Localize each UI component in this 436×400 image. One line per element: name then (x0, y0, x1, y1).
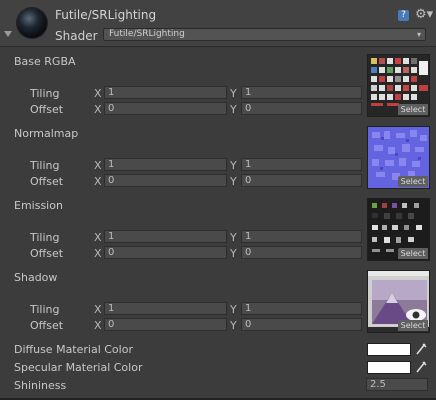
chevron-down-icon: ▾ (416, 30, 421, 39)
specular-color-field[interactable] (367, 361, 411, 374)
offset-x-field[interactable]: 0 (104, 174, 227, 187)
axis-y-label: Y (230, 159, 237, 172)
axis-x-label: X (94, 159, 102, 172)
axis-y-label: Y (230, 303, 237, 316)
tiling-y-field[interactable]: 1 (241, 86, 362, 99)
shader-dropdown[interactable]: Futile/SRLighting ▾ (103, 28, 426, 41)
axis-y-label: Y (230, 175, 237, 188)
shininess-label: Shininess (14, 379, 67, 392)
shader-label: Shader (55, 29, 98, 43)
tiling-y-field[interactable]: 1 (241, 158, 362, 171)
texture-thumbnail-emission[interactable]: Select (367, 198, 430, 261)
offset-y-field[interactable]: 0 (241, 102, 362, 115)
axis-x-label: X (94, 87, 102, 100)
eyedropper-icon[interactable] (415, 360, 427, 374)
tiling-label: Tiling (30, 87, 60, 100)
axis-y-label: Y (230, 319, 237, 332)
specular-color-label: Specular Material Color (14, 361, 143, 374)
select-texture-button[interactable]: Select (398, 176, 428, 187)
axis-x-label: X (94, 175, 102, 188)
offset-label: Offset (30, 247, 64, 260)
property-label-normalmap: Normalmap (14, 127, 79, 140)
texture-thumbnail-normalmap[interactable]: Select (367, 126, 430, 189)
offset-y-field[interactable]: 0 (241, 318, 362, 331)
texture-thumbnail-shadow[interactable]: Select (367, 270, 430, 333)
offset-y-field[interactable]: 0 (241, 246, 362, 259)
axis-y-label: Y (230, 231, 237, 244)
offset-label: Offset (30, 319, 64, 332)
foldout-arrow-icon[interactable] (4, 31, 12, 37)
tiling-x-field[interactable]: 1 (104, 158, 227, 171)
diffuse-color-label: Diffuse Material Color (14, 343, 133, 356)
help-icon[interactable]: ? (398, 10, 409, 21)
select-texture-button[interactable]: Select (398, 104, 428, 115)
material-title: Futile/SRLighting (55, 8, 157, 22)
property-label-shadow: Shadow (14, 271, 58, 284)
shader-dropdown-value: Futile/SRLighting (109, 29, 185, 39)
offset-label: Offset (30, 103, 64, 116)
offset-x-field[interactable]: 0 (104, 318, 227, 331)
select-texture-button[interactable]: Select (398, 248, 428, 259)
offset-x-field[interactable]: 0 (104, 102, 227, 115)
select-texture-button[interactable]: Select (398, 320, 428, 331)
gear-icon[interactable]: ⚙▾ (415, 7, 433, 22)
axis-x-label: X (94, 103, 102, 116)
shininess-field[interactable]: 2.5 (366, 378, 428, 391)
axis-x-label: X (94, 231, 102, 244)
axis-x-label: X (94, 247, 102, 260)
axis-y-label: Y (230, 247, 237, 260)
offset-x-field[interactable]: 0 (104, 246, 227, 259)
diffuse-color-field[interactable] (367, 343, 411, 356)
property-label-emission: Emission (14, 199, 63, 212)
axis-y-label: Y (230, 87, 237, 100)
axis-x-label: X (94, 319, 102, 332)
tiling-label: Tiling (30, 303, 60, 316)
material-preview-icon (17, 8, 47, 38)
axis-x-label: X (94, 303, 102, 316)
tiling-y-field[interactable]: 1 (241, 302, 362, 315)
texture-thumbnail-base-rgba[interactable]: Select (367, 54, 430, 117)
tiling-label: Tiling (30, 159, 60, 172)
tiling-label: Tiling (30, 231, 60, 244)
property-label-base-rgba: Base RGBA (14, 55, 76, 68)
offset-y-field[interactable]: 0 (241, 174, 362, 187)
eyedropper-icon[interactable] (415, 342, 427, 356)
tiling-y-field[interactable]: 1 (241, 230, 362, 243)
tiling-x-field[interactable]: 1 (104, 230, 227, 243)
tiling-x-field[interactable]: 1 (104, 302, 227, 315)
axis-y-label: Y (230, 103, 237, 116)
offset-label: Offset (30, 175, 64, 188)
tiling-x-field[interactable]: 1 (104, 86, 227, 99)
